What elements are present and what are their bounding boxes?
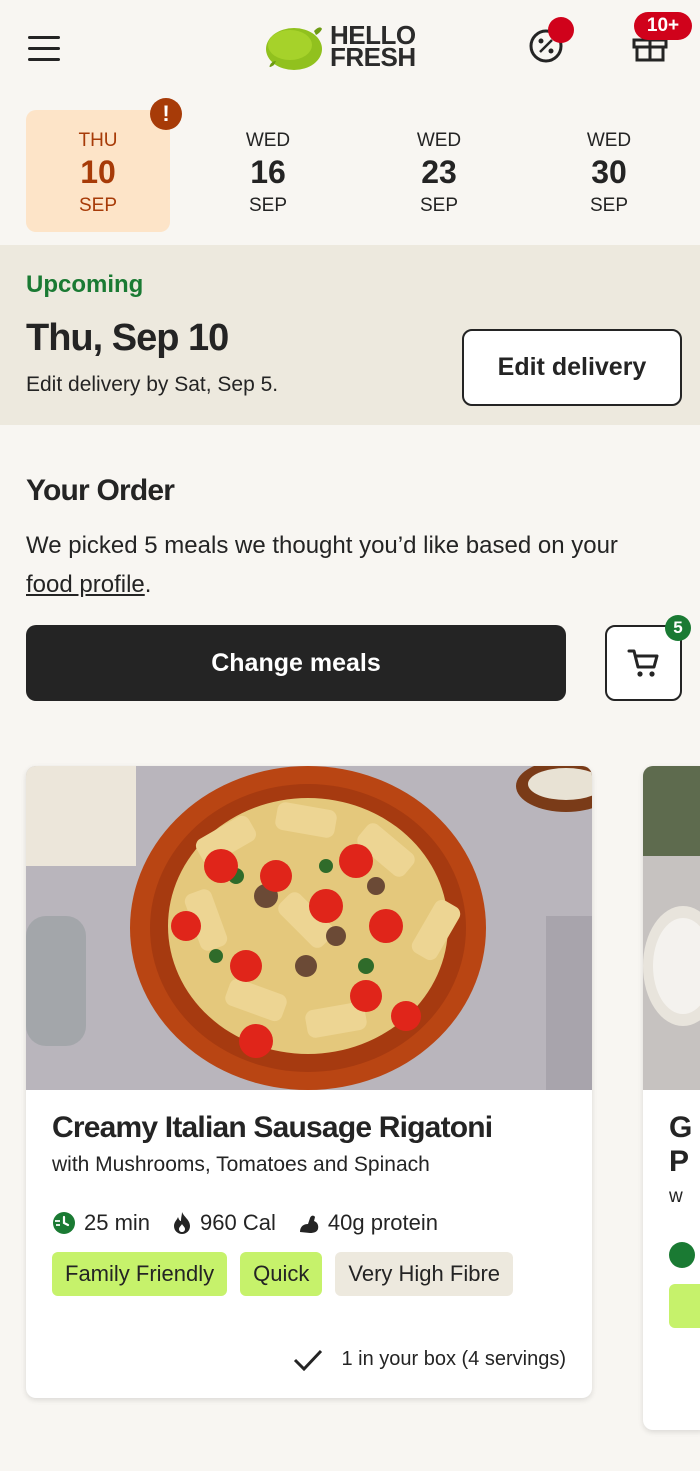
cart-icon [627, 649, 658, 677]
food-profile-link[interactable]: food profile [26, 571, 145, 598]
delivery-date-selector: THU 10 SEP WED 16 SEP WED 23 SEP WED 30 … [0, 110, 700, 234]
tag-very-high-fibre: Very High Fibre [335, 1252, 514, 1296]
date-dow: THU [78, 130, 118, 151]
order-description: We picked 5 meals we thought you’d like … [26, 526, 666, 604]
date-tab-sep-30[interactable]: WED 30 SEP [537, 110, 681, 232]
calories-value: 960 Cal [200, 1210, 276, 1235]
flame-icon [174, 1212, 191, 1234]
in-box-text: 1 in your box (4 servings) [341, 1348, 566, 1370]
lime-logo-icon [266, 27, 322, 70]
date-month: SEP [589, 195, 629, 216]
checkmark-icon [294, 1349, 323, 1371]
muscle-icon [299, 1215, 319, 1233]
order-description-end: . [144, 571, 152, 598]
section-title: Your Order [26, 474, 175, 507]
protein-value: 40g protein [327, 1210, 438, 1235]
date-month: SEP [419, 195, 459, 216]
date-month: SEP [248, 195, 288, 216]
tag-quick: Quick [240, 1252, 323, 1296]
gift-count-badge: 10+ [634, 12, 692, 40]
date-dow: WED [586, 130, 632, 151]
date-tab-sep-23[interactable]: WED 23 SEP [367, 110, 511, 232]
date-tab-sep-10[interactable]: THU 10 SEP [26, 110, 170, 232]
app-header: HELLO FRESH 10+ [0, 0, 700, 100]
cart-count-badge: 5 [665, 615, 691, 641]
date-day: 23 [421, 154, 457, 190]
date-day: 16 [250, 154, 286, 190]
hellofresh-logo[interactable]: HELLO FRESH [264, 18, 416, 74]
meal-stats: 25 min 960 Cal 40g protein [52, 1210, 460, 1236]
alert-icon: ! [150, 98, 182, 130]
brand-line-2: FRESH [330, 42, 416, 72]
date-day: 30 [591, 154, 627, 190]
date-tab-sep-16[interactable]: WED 16 SEP [196, 110, 340, 232]
prep-time-value: 25 min [84, 1210, 151, 1235]
date-month: SEP [78, 195, 118, 216]
prep-time: 25 min [52, 1210, 150, 1236]
edit-delivery-button[interactable]: Edit delivery [462, 329, 682, 406]
delivery-banner: Upcoming Thu, Sep 10 Edit delivery by Sa… [0, 245, 700, 425]
next-meal-title: GP [669, 1111, 693, 1178]
next-meal-photo [643, 766, 700, 1090]
meal-tags: Family Friendly Quick Very High Fibre [52, 1252, 526, 1296]
next-meal-card[interactable]: GP w [643, 766, 700, 1430]
brand-name: HELLO FRESH [330, 22, 416, 72]
protein: 40g protein [298, 1210, 438, 1236]
date-day: 10 [80, 154, 116, 190]
edit-deadline: Edit delivery by Sat, Sep 5. [26, 373, 279, 396]
next-meal-tag [669, 1284, 700, 1328]
next-meal-subtitle: w [669, 1186, 683, 1207]
clock-icon [669, 1242, 695, 1268]
meal-title: Creamy Italian Sausage Rigatoni [52, 1111, 493, 1144]
delivery-date: Thu, Sep 10 [26, 317, 229, 359]
tag-family-friendly: Family Friendly [52, 1252, 228, 1296]
delivery-status: Upcoming [26, 271, 144, 298]
meal-subtitle: with Mushrooms, Tomatoes and Spinach [52, 1153, 430, 1176]
in-box-status: 1 in your box (4 servings) [293, 1348, 566, 1371]
date-dow: WED [416, 130, 462, 151]
clock-icon [53, 1212, 75, 1234]
date-dow: WED [245, 130, 291, 151]
order-description-text: We picked 5 meals we thought you’d like … [26, 532, 618, 559]
meal-card[interactable]: Creamy Italian Sausage Rigatoni with Mus… [26, 766, 592, 1398]
meal-photo [26, 766, 592, 1090]
hamburger-menu-icon[interactable] [28, 36, 62, 62]
change-meals-button[interactable]: Change meals [26, 625, 566, 701]
notification-dot [548, 17, 574, 43]
calories: 960 Cal [172, 1210, 276, 1236]
